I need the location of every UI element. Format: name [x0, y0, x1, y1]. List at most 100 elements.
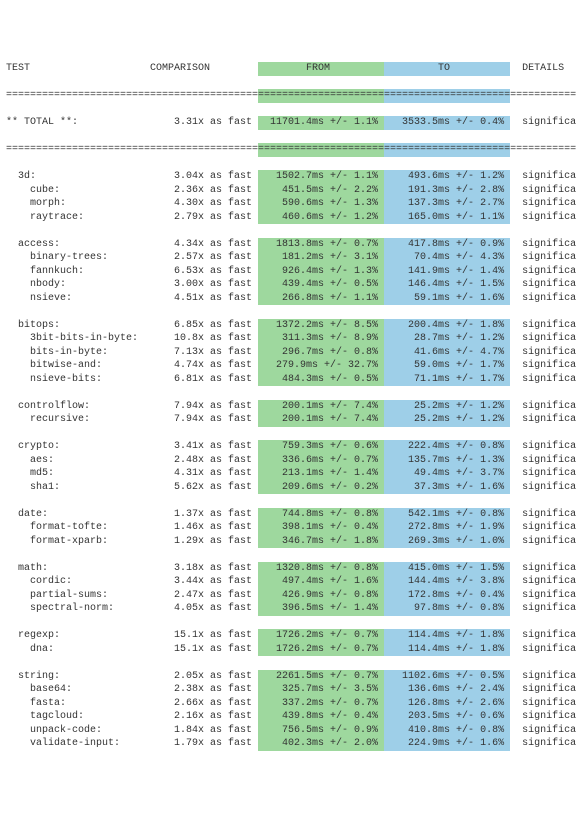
sep-to: ===================== — [384, 143, 510, 157]
table-row: raytrace: 2.79x as fast 460.6ms +/- 1.2%… — [6, 211, 570, 225]
row-from: 402.3ms +/- 2.0% — [258, 737, 384, 751]
row-name: partial-sums: — [6, 589, 150, 603]
row-to: 59.1ms +/- 1.6% — [384, 292, 510, 306]
row-name: bits-in-byte: — [6, 346, 150, 360]
row-to: 146.4ms +/- 1.5% — [384, 278, 510, 292]
row-details: significant — [510, 265, 576, 279]
total-details: significant — [510, 116, 576, 130]
group-from: 1726.2ms +/- 0.7% — [258, 629, 384, 643]
table-row: nsieve-bits: 6.81x as fast 484.3ms +/- 0… — [6, 373, 570, 387]
row-details: significant — [510, 710, 576, 724]
table-row: fannkuch: 6.53x as fast 926.4ms +/- 1.3%… — [6, 265, 570, 279]
row-to: 70.4ms +/- 4.3% — [384, 251, 510, 265]
row-comparison: 1.46x as fast — [150, 521, 258, 535]
header-row: TEST COMPARISON FROM TO DETAILS — [6, 62, 570, 76]
row-comparison: 6.53x as fast — [150, 265, 258, 279]
row-name: recursive: — [6, 413, 150, 427]
row-to: 172.8ms +/- 0.4% — [384, 589, 510, 603]
row-name: raytrace: — [6, 211, 150, 225]
table-row: recursive: 7.94x as fast 200.1ms +/- 7.4… — [6, 413, 570, 427]
row-details: significant — [510, 575, 576, 589]
group-comparison: 3.04x as fast — [150, 170, 258, 184]
group-row: regexp: 15.1x as fast 1726.2ms +/- 0.7% … — [6, 629, 570, 643]
row-comparison: 2.66x as fast — [150, 697, 258, 711]
table-row: binary-trees: 2.57x as fast 181.2ms +/- … — [6, 251, 570, 265]
group-comparison: 15.1x as fast — [150, 629, 258, 643]
row-name: md5: — [6, 467, 150, 481]
group-details: significant — [510, 170, 576, 184]
total-label: ** TOTAL **: — [6, 116, 150, 130]
row-name: tagcloud: — [6, 710, 150, 724]
row-to: 165.0ms +/- 1.1% — [384, 211, 510, 225]
table-row: partial-sums: 2.47x as fast 426.9ms +/- … — [6, 589, 570, 603]
row-to: 37.3ms +/- 1.6% — [384, 481, 510, 495]
separator-row: ========================================… — [6, 89, 570, 103]
row-to: 137.3ms +/- 2.7% — [384, 197, 510, 211]
table-row: tagcloud: 2.16x as fast 439.8ms +/- 0.4%… — [6, 710, 570, 724]
group-details: significant — [510, 508, 576, 522]
group-name: access: — [6, 238, 150, 252]
row-from: 209.6ms +/- 0.2% — [258, 481, 384, 495]
row-name: format-xparb: — [6, 535, 150, 549]
group-to: 415.0ms +/- 1.5% — [384, 562, 510, 576]
row-details: significant — [510, 481, 576, 495]
row-comparison: 15.1x as fast — [150, 643, 258, 657]
row-to: 41.6ms +/- 4.7% — [384, 346, 510, 360]
row-from: 181.2ms +/- 3.1% — [258, 251, 384, 265]
table-row: cordic: 3.44x as fast 497.4ms +/- 1.6% 1… — [6, 575, 570, 589]
group-comparison: 7.94x as fast — [150, 400, 258, 414]
header-test: TEST — [6, 62, 150, 76]
group-to: 200.4ms +/- 1.8% — [384, 319, 510, 333]
group-name: regexp: — [6, 629, 150, 643]
row-comparison: 1.84x as fast — [150, 724, 258, 738]
row-from: 926.4ms +/- 1.3% — [258, 265, 384, 279]
row-from: 439.4ms +/- 0.5% — [258, 278, 384, 292]
table-row: spectral-norm: 4.05x as fast 396.5ms +/-… — [6, 602, 570, 616]
group-name: string: — [6, 670, 150, 684]
row-details: significant — [510, 373, 576, 387]
row-details: significant — [510, 211, 576, 225]
row-from: 426.9ms +/- 0.8% — [258, 589, 384, 603]
row-comparison: 1.79x as fast — [150, 737, 258, 751]
row-name: format-tofte: — [6, 521, 150, 535]
row-from: 266.8ms +/- 1.1% — [258, 292, 384, 306]
sep-to: ===================== — [384, 89, 510, 103]
row-comparison: 3.44x as fast — [150, 575, 258, 589]
group-name: controlflow: — [6, 400, 150, 414]
row-name: base64: — [6, 683, 150, 697]
row-comparison: 5.62x as fast — [150, 481, 258, 495]
group-to: 1102.6ms +/- 0.5% — [384, 670, 510, 684]
table-row: validate-input: 1.79x as fast 402.3ms +/… — [6, 737, 570, 751]
row-from: 336.6ms +/- 0.7% — [258, 454, 384, 468]
header-comparison: COMPARISON — [150, 62, 258, 76]
row-from: 590.6ms +/- 1.3% — [258, 197, 384, 211]
table-row: unpack-code: 1.84x as fast 756.5ms +/- 0… — [6, 724, 570, 738]
table-row: 3bit-bits-in-byte: 10.8x as fast 311.3ms… — [6, 332, 570, 346]
row-from: 200.1ms +/- 7.4% — [258, 413, 384, 427]
group-comparison: 4.34x as fast — [150, 238, 258, 252]
row-details: significant — [510, 535, 576, 549]
row-from: 756.5ms +/- 0.9% — [258, 724, 384, 738]
separator-row: ========================================… — [6, 143, 570, 157]
row-comparison: 6.81x as fast — [150, 373, 258, 387]
row-to: 191.3ms +/- 2.8% — [384, 184, 510, 198]
table-row: dna: 15.1x as fast 1726.2ms +/- 0.7% 114… — [6, 643, 570, 657]
header-to: TO — [384, 62, 510, 76]
group-details: significant — [510, 629, 576, 643]
row-details: significant — [510, 413, 576, 427]
row-from: 497.4ms +/- 1.6% — [258, 575, 384, 589]
row-name: cube: — [6, 184, 150, 198]
group-from: 1502.7ms +/- 1.1% — [258, 170, 384, 184]
table-row: aes: 2.48x as fast 336.6ms +/- 0.7% 135.… — [6, 454, 570, 468]
row-name: unpack-code: — [6, 724, 150, 738]
group-details: significant — [510, 400, 576, 414]
row-name: fannkuch: — [6, 265, 150, 279]
table-row: nbody: 3.00x as fast 439.4ms +/- 0.5% 14… — [6, 278, 570, 292]
group-comparison: 1.37x as fast — [150, 508, 258, 522]
group-comparison: 6.85x as fast — [150, 319, 258, 333]
row-comparison: 10.8x as fast — [150, 332, 258, 346]
row-details: significant — [510, 332, 576, 346]
row-from: 311.3ms +/- 8.9% — [258, 332, 384, 346]
row-details: significant — [510, 602, 576, 616]
row-comparison: 4.51x as fast — [150, 292, 258, 306]
